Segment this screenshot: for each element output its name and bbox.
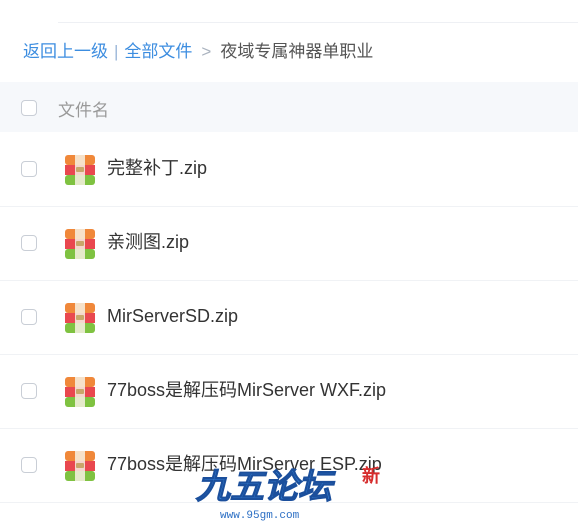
- table-row[interactable]: 77boss是解压码MirServer WXF.zip: [0, 355, 578, 429]
- watermark-badge: 新: [362, 465, 380, 486]
- file-name[interactable]: 完整补丁.zip: [107, 155, 207, 181]
- watermark-logo-text: 九五论坛: [195, 468, 336, 506]
- table-row[interactable]: 完整补丁.zip: [0, 133, 578, 207]
- table-row[interactable]: MirServerSD.zip: [0, 281, 578, 355]
- zip-archive-icon: [65, 155, 95, 185]
- site-watermark: 九五论坛 新 www.95gm.com: [188, 458, 388, 524]
- table-row[interactable]: 亲测图.zip: [0, 207, 578, 281]
- select-all-checkbox[interactable]: [21, 100, 37, 116]
- row-checkbox[interactable]: [21, 235, 37, 251]
- file-name[interactable]: 77boss是解压码MirServer WXF.zip: [107, 377, 386, 403]
- all-files-link[interactable]: 全部文件: [124, 42, 192, 61]
- breadcrumb-arrow: >: [201, 42, 212, 61]
- zip-archive-icon: [65, 377, 95, 407]
- row-checkbox[interactable]: [21, 457, 37, 473]
- zip-archive-icon: [65, 229, 95, 259]
- watermark-url: www.95gm.com: [220, 510, 300, 522]
- breadcrumb: 返回上一级 | 全部文件 > 夜域专属神器单职业: [23, 40, 373, 64]
- zip-archive-icon: [65, 303, 95, 333]
- file-name[interactable]: MirServerSD.zip: [107, 303, 238, 329]
- file-name[interactable]: 亲测图.zip: [107, 229, 189, 255]
- row-checkbox[interactable]: [21, 161, 37, 177]
- current-folder: 夜域专属神器单职业: [220, 42, 374, 61]
- zip-archive-icon: [65, 451, 95, 481]
- filename-column-header: 文件名: [58, 101, 109, 120]
- row-checkbox[interactable]: [21, 383, 37, 399]
- row-checkbox[interactable]: [21, 309, 37, 325]
- breadcrumb-separator: |: [114, 42, 119, 61]
- back-link[interactable]: 返回上一级: [23, 42, 108, 61]
- top-divider: [58, 22, 578, 23]
- table-header: 文件名: [0, 82, 578, 132]
